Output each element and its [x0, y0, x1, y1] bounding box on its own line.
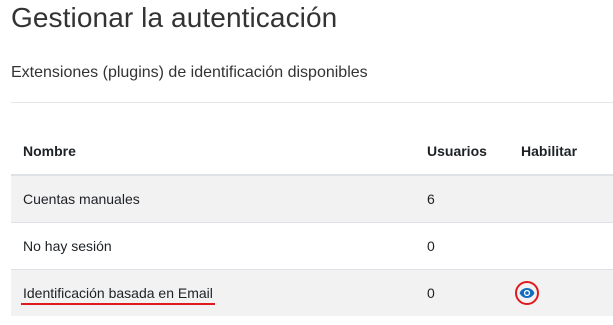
plugin-link-email[interactable]: Identificación basada en Email: [21, 285, 215, 305]
section-title: Extensiones (plugins) de identificación …: [11, 64, 368, 81]
table-row-nologin: No hay sesión 0: [11, 222, 613, 270]
plugin-users-nologin: 0: [415, 222, 509, 270]
plugin-name-email-cell: Identificación basada en Email: [11, 269, 415, 316]
plugin-enable-manual: [509, 174, 613, 223]
plugin-name-manual: Cuentas manuales: [11, 174, 415, 223]
section-divider: [11, 102, 613, 103]
plugin-enable-email: [509, 269, 613, 316]
table-row-email: Identificación basada en Email 0: [11, 269, 613, 316]
header-users: Usuarios: [415, 128, 509, 176]
plugin-users-manual: 6: [415, 174, 509, 223]
header-name: Nombre: [11, 128, 415, 176]
page-title: Gestionar la autenticación: [11, 2, 338, 33]
plugin-name-nologin: No hay sesión: [11, 222, 415, 270]
table-header-row: Nombre Usuarios Habilitar: [11, 128, 613, 176]
header-enable: Habilitar: [509, 128, 613, 176]
plugin-users-email: 0: [415, 269, 509, 316]
eye-icon: [519, 288, 535, 298]
plugin-enable-nologin: [509, 222, 613, 270]
auth-plugins-table: Nombre Usuarios Habilitar Cuentas manual…: [11, 128, 613, 316]
enable-plugin-button[interactable]: [515, 281, 539, 305]
table-row-manual: Cuentas manuales 6: [11, 174, 613, 223]
